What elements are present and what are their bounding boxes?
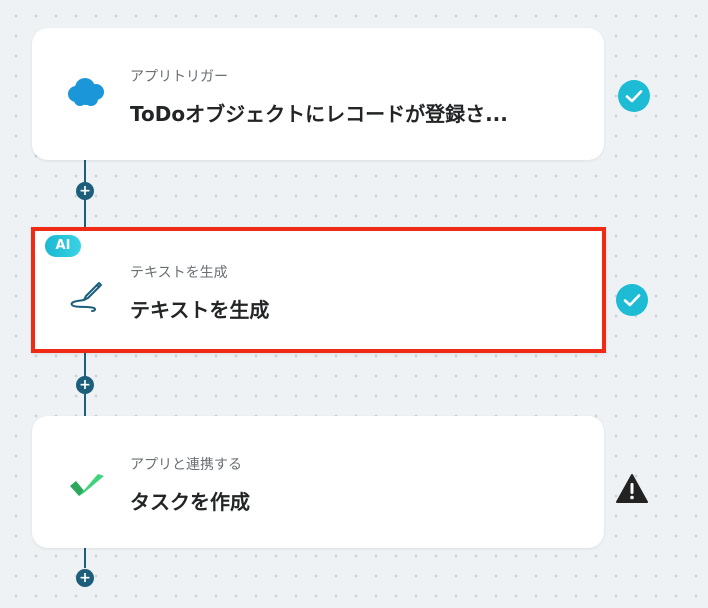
warning-icon xyxy=(615,472,649,506)
add-step-button[interactable]: + xyxy=(76,182,94,200)
trigger-step-card[interactable]: アプリトリガー ToDoオブジェクトにレコードが登録さ... xyxy=(32,28,604,160)
ai-badge: AI xyxy=(45,235,81,257)
step-title: テキストを生成 xyxy=(130,298,270,322)
connector-line xyxy=(84,548,86,568)
step-subtitle: テキストを生成 xyxy=(130,265,228,281)
add-step-button[interactable]: + xyxy=(76,569,94,587)
create-task-step-card[interactable]: アプリと連携する タスクを作成 xyxy=(32,416,604,548)
step-title: タスクを作成 xyxy=(130,490,250,514)
generate-text-step-card[interactable]: AI テキストを生成 テキストを生成 xyxy=(31,227,606,353)
step-subtitle: アプリトリガー xyxy=(130,69,228,85)
step-title: ToDoオブジェクトにレコードが登録さ... xyxy=(130,102,508,126)
completed-check-icon xyxy=(615,283,649,317)
add-step-button[interactable]: + xyxy=(76,376,94,394)
salesforce-cloud-icon xyxy=(64,72,108,116)
completed-check-icon xyxy=(617,79,651,113)
green-checkmark-app-icon xyxy=(64,460,108,504)
pen-signature-icon xyxy=(64,268,108,312)
step-subtitle: アプリと連携する xyxy=(130,457,242,473)
